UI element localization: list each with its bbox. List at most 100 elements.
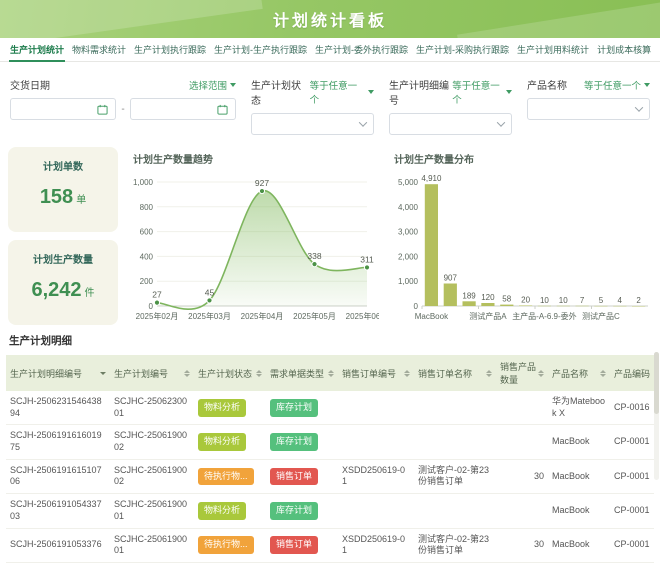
- svg-text:2,000: 2,000: [398, 252, 419, 261]
- filter-product-name: 产品名称 等于任意一个: [527, 77, 650, 135]
- doc-type-badge: 销售订单: [270, 536, 318, 554]
- svg-text:测试产品A: 测试产品A: [469, 311, 507, 321]
- sort-icon[interactable]: [328, 370, 334, 377]
- tab-plan-production-tracking[interactable]: 生产计划-生产执行跟踪: [210, 37, 311, 61]
- col-plan-detail-no[interactable]: 生产计划明细编号: [6, 355, 110, 391]
- svg-text:200: 200: [140, 277, 154, 286]
- status-badge: 物料分析: [198, 399, 246, 417]
- chevron-down-icon: [497, 118, 505, 126]
- date-to-input[interactable]: [130, 98, 236, 120]
- tab-material-demand-stats[interactable]: 物料需求统计: [68, 37, 130, 61]
- col-product-name[interactable]: 产品名称: [548, 355, 610, 391]
- svg-text:1,000: 1,000: [133, 178, 154, 187]
- kpi-title: 计划单数: [43, 158, 83, 173]
- col-plan-no[interactable]: 生产计划编号: [110, 355, 194, 391]
- kpi-unit: 件: [85, 284, 95, 299]
- col-plan-status[interactable]: 生产计划状态: [194, 355, 266, 391]
- doc-type-badge: 库存计划: [270, 399, 318, 417]
- filter-delivery-date: 交货日期 选择范围 -: [10, 77, 236, 135]
- svg-text:5,000: 5,000: [398, 178, 419, 187]
- match-operator-dropdown[interactable]: 等于任意一个: [310, 78, 374, 106]
- svg-text:7: 7: [580, 296, 585, 305]
- plan-detail-no-select[interactable]: [389, 113, 512, 135]
- col-order-name[interactable]: 销售订单名称: [414, 355, 496, 391]
- tab-plan-cost-accounting[interactable]: 计划成本核算: [593, 37, 655, 61]
- col-doc-type[interactable]: 需求单据类型: [266, 355, 338, 391]
- table-title: 生产计划明细: [9, 333, 654, 348]
- match-operator-dropdown[interactable]: 等于任意一个: [584, 78, 650, 92]
- svg-text:5: 5: [599, 296, 604, 305]
- plan-detail-table: 生产计划明细编号 生产计划编号 生产计划状态 需求单据类型 销售订单编号 销售订…: [6, 355, 654, 563]
- sort-icon[interactable]: [538, 370, 544, 377]
- svg-text:800: 800: [140, 203, 154, 212]
- svg-text:0: 0: [149, 302, 154, 311]
- status-badge: 待执行物...: [198, 536, 254, 554]
- col-product-code[interactable]: 产品编码: [610, 355, 654, 391]
- tab-plan-material-usage-stats[interactable]: 生产计划用料统计: [513, 37, 593, 61]
- kpi-title: 计划生产数量: [33, 251, 93, 266]
- calendar-icon: [217, 104, 228, 115]
- trend-chart-title: 计划生产数量趋势: [127, 147, 379, 166]
- svg-text:2025年02月: 2025年02月: [136, 311, 179, 321]
- match-operator-dropdown[interactable]: 等于任意一个: [452, 78, 512, 106]
- sort-icon[interactable]: [404, 370, 410, 377]
- svg-text:400: 400: [140, 252, 154, 261]
- table-row[interactable]: SCJH-2506191053376SCJHC-2506190001 待执行物.…: [6, 528, 654, 562]
- col-sales-qty[interactable]: 销售产品数量: [496, 355, 548, 391]
- tab-plan-outsourcing-tracking[interactable]: 生产计划-委外执行跟踪: [311, 37, 412, 61]
- plan-status-select[interactable]: [251, 113, 374, 135]
- filter-label: 生产计划状态: [251, 77, 310, 107]
- svg-text:600: 600: [140, 228, 154, 237]
- filter-label: 产品名称: [527, 77, 567, 92]
- caret-down-icon: [368, 90, 374, 94]
- tab-production-plan-stats[interactable]: 生产计划统计: [6, 37, 68, 61]
- svg-text:4,000: 4,000: [398, 203, 419, 212]
- table-row[interactable]: SCJH-250623154643894SCJHC-2506230001 物料分…: [6, 391, 654, 425]
- svg-text:2025年03月: 2025年03月: [188, 311, 231, 321]
- svg-text:3,000: 3,000: [398, 228, 419, 237]
- kpi-value: 158: [40, 186, 73, 209]
- filter-label: 交货日期: [10, 77, 50, 92]
- col-order-no[interactable]: 销售订单编号: [338, 355, 414, 391]
- svg-text:2025年06月: 2025年06月: [346, 311, 379, 321]
- svg-text:MacBook: MacBook: [415, 312, 449, 321]
- table-scrollbar[interactable]: [654, 352, 659, 480]
- svg-text:120: 120: [481, 293, 495, 302]
- svg-text:10: 10: [540, 296, 549, 305]
- trend-chart-box: 计划生产数量趋势 02004006008001,000272025年02月452…: [127, 147, 379, 325]
- calendar-icon: [97, 104, 108, 115]
- stats-row: 计划单数 158 单 计划生产数量 6,242 件 计划生产数量趋势 0 200 4…: [0, 141, 660, 325]
- status-badge: 物料分析: [198, 502, 246, 520]
- doc-type-badge: 库存计划: [270, 502, 318, 520]
- svg-text:2025年05月: 2025年05月: [293, 311, 336, 321]
- range-operator-dropdown[interactable]: 选择范围: [189, 78, 236, 92]
- chevron-down-icon: [635, 103, 643, 111]
- table-row[interactable]: SCJH-250619105433703SCJHC-2506190001 物料分…: [6, 494, 654, 528]
- sort-icon[interactable]: [184, 370, 190, 377]
- kpi-column: 计划单数 158 单 计划生产数量 6,242 件: [8, 147, 118, 325]
- table-header-row: 生产计划明细编号 生产计划编号 生产计划状态 需求单据类型 销售订单编号 销售订…: [6, 355, 654, 391]
- svg-text:338: 338: [307, 251, 321, 261]
- svg-text:1,000: 1,000: [398, 277, 419, 286]
- filter-plan-status: 生产计划状态 等于任意一个: [251, 77, 374, 135]
- table-row[interactable]: SCJH-250619161510706SCJHC-2506190002 待执行…: [6, 459, 654, 493]
- sort-icon[interactable]: [600, 370, 606, 377]
- sort-desc-icon[interactable]: [100, 372, 106, 375]
- kpi-plan-count-card: 计划单数 158 单: [8, 147, 118, 232]
- scrollbar-thumb[interactable]: [654, 352, 659, 414]
- svg-text:907: 907: [444, 274, 458, 283]
- table-row[interactable]: SCJH-250619161601975SCJHC-2506190002 物料分…: [6, 425, 654, 459]
- doc-type-badge: 库存计划: [270, 433, 318, 451]
- svg-text:45: 45: [205, 287, 215, 297]
- svg-text:2025年04月: 2025年04月: [241, 311, 284, 321]
- product-name-select[interactable]: [527, 98, 650, 120]
- tab-bar: 生产计划统计 物料需求统计 生产计划执行跟踪 生产计划-生产执行跟踪 生产计划-…: [0, 38, 660, 62]
- date-from-input[interactable]: [10, 98, 116, 120]
- svg-text:0: 0: [414, 302, 419, 311]
- sort-icon[interactable]: [256, 370, 262, 377]
- tab-plan-purchase-tracking[interactable]: 生产计划-采购执行跟踪: [412, 37, 513, 61]
- tab-plan-execution-tracking[interactable]: 生产计划执行跟踪: [130, 37, 210, 61]
- sort-icon[interactable]: [486, 370, 492, 377]
- filter-bar: 交货日期 选择范围 -: [0, 62, 660, 141]
- filter-plan-detail-no: 生产计明细编号 等于任意一个: [389, 77, 512, 135]
